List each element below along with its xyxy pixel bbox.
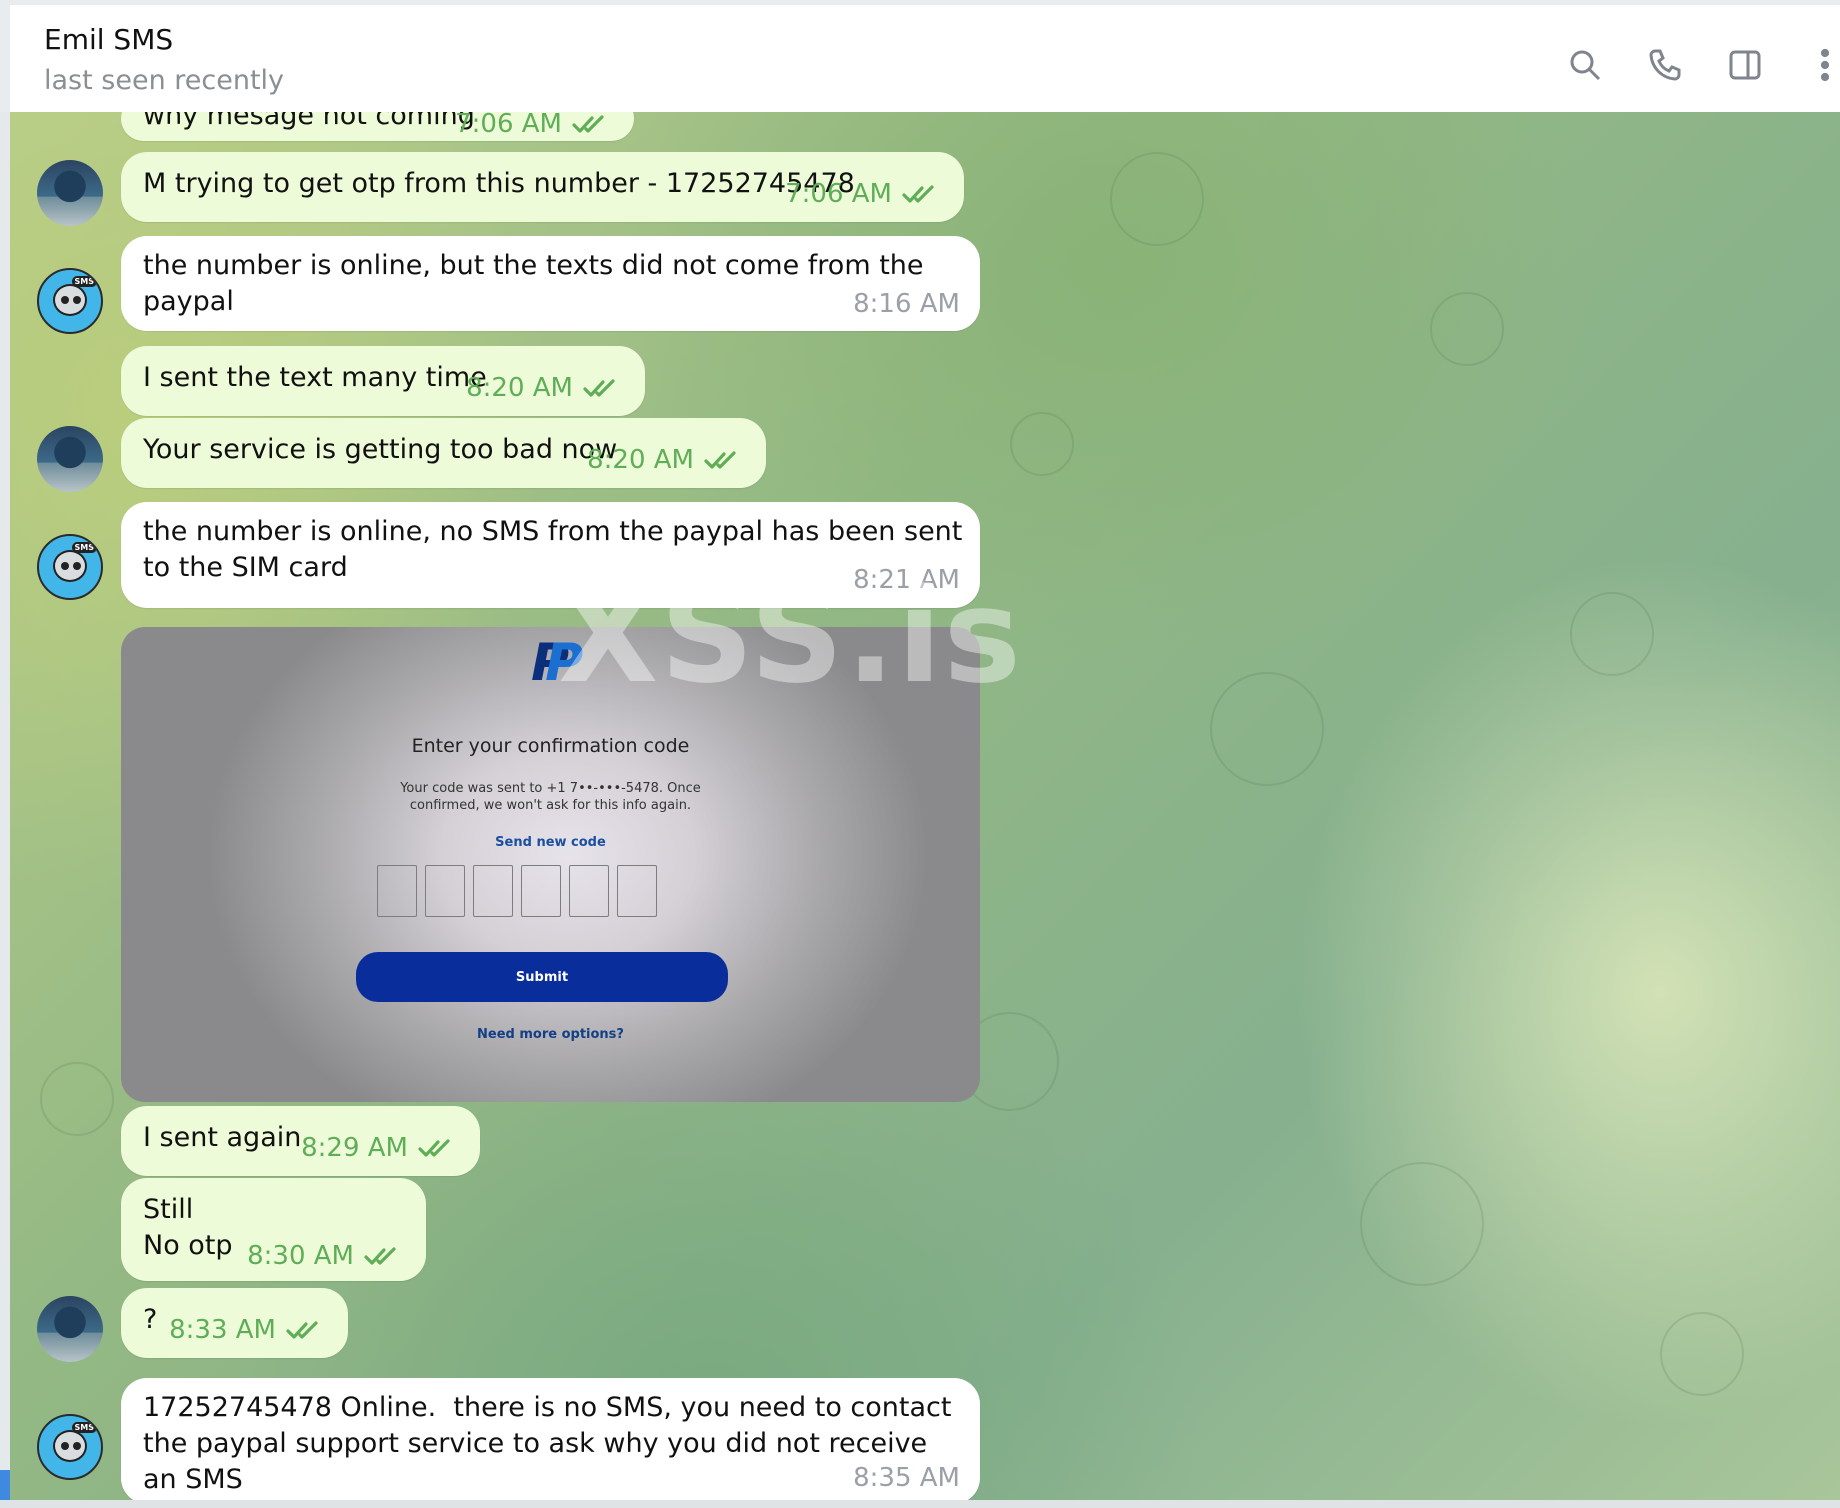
double-check-icon [572, 115, 604, 133]
robot-icon [53, 284, 87, 316]
contact-avatar[interactable]: SMS [37, 1414, 103, 1480]
photo-title: Enter your confirmation code [411, 735, 690, 757]
chat-area[interactable]: why mesage not coming 7:06 AM M trying t… [10, 112, 1840, 1504]
double-check-icon [418, 1139, 450, 1157]
scroll-indicator [0, 1470, 10, 1500]
message-time: 7:06 AM [785, 179, 892, 209]
user-avatar[interactable] [37, 1296, 103, 1362]
background-doodle [40, 1062, 114, 1136]
double-check-icon [286, 1321, 318, 1339]
message-text: I sent again [143, 1122, 302, 1153]
code-input-boxes [377, 865, 657, 917]
code-box [377, 865, 417, 917]
double-check-icon [364, 1247, 396, 1265]
message-time: 8:35 AM [853, 1463, 960, 1493]
window-edge [0, 112, 10, 1508]
send-new-code-link: Send new code [495, 835, 606, 850]
message-meta: 8:33 AM [169, 1312, 326, 1348]
message-meta: 7:06 AM [785, 176, 942, 212]
message-meta: 8:20 AM [587, 442, 744, 478]
double-check-icon [704, 451, 736, 469]
sms-badge-icon: SMS [71, 276, 97, 287]
background-doodle [1360, 1162, 1484, 1286]
code-box [473, 865, 513, 917]
code-box [569, 865, 609, 917]
background-doodle [1210, 672, 1324, 786]
background-doodle [1660, 1312, 1744, 1396]
more-options-link: Need more options? [477, 1027, 624, 1042]
message-meta: 8:29 AM [301, 1130, 458, 1166]
message-text: Still No otp [143, 1194, 233, 1261]
contact-avatar[interactable]: SMS [37, 534, 103, 600]
message-time: 8:16 AM [853, 289, 960, 319]
robot-icon [53, 1430, 87, 1462]
message-text: ? [143, 1304, 158, 1335]
chat-status: last seen recently [44, 65, 285, 96]
chat-title[interactable]: Emil SMS [44, 23, 173, 56]
double-check-icon [902, 185, 934, 203]
code-box [617, 865, 657, 917]
message-meta: 7:06 AM [455, 112, 612, 142]
background-doodle [1010, 412, 1074, 476]
message-time: 8:20 AM [466, 373, 573, 403]
contact-avatar[interactable]: SMS [37, 268, 103, 334]
code-box [425, 865, 465, 917]
background-doodle [1570, 592, 1654, 676]
sidebar-toggle-icon[interactable] [1725, 45, 1765, 85]
message-time: 8:33 AM [169, 1315, 276, 1345]
message-bubble-incoming[interactable]: 17252745478 Online. there is no SMS, you… [121, 1378, 980, 1504]
message-text: 17252745478 Online. there is no SMS, you… [143, 1392, 961, 1495]
message-meta: 8:20 AM [466, 370, 623, 406]
more-vertical-icon[interactable] [1805, 45, 1840, 85]
background-doodle [1430, 292, 1504, 366]
message-bubble-outgoing[interactable]: Your service is getting too bad now 8:20… [121, 418, 766, 488]
chat-header: Emil SMS last seen recently [0, 0, 1840, 112]
user-avatar[interactable] [37, 160, 103, 226]
message-bubble-outgoing[interactable]: M trying to get otp from this number - 1… [121, 152, 964, 222]
message-time: 8:30 AM [247, 1241, 354, 1271]
code-box [521, 865, 561, 917]
photo-subtitle: Your code was sent to +1 7••-•••-5478. O… [400, 781, 701, 813]
phone-icon[interactable] [1645, 45, 1685, 85]
message-bubble-outgoing[interactable]: ? 8:33 AM [121, 1288, 348, 1358]
search-icon[interactable] [1565, 45, 1605, 85]
message-bubble-incoming[interactable]: the number is online, but the texts did … [121, 236, 980, 331]
message-text: Your service is getting too bad now [143, 434, 618, 465]
sms-badge-icon: SMS [71, 1422, 97, 1433]
message-bubble-outgoing[interactable]: Still No otp 8:30 AM [121, 1178, 426, 1281]
message-text: I sent the text many time [143, 362, 487, 393]
double-check-icon [583, 379, 615, 397]
message-text: why mesage not coming [143, 112, 475, 131]
message-bubble-outgoing[interactable]: why mesage not coming 7:06 AM [121, 112, 634, 141]
message-meta: 8:30 AM [247, 1238, 404, 1274]
message-bubble-outgoing[interactable]: I sent again 8:29 AM [121, 1106, 480, 1176]
background-doodle [1110, 152, 1204, 246]
sms-badge-icon: SMS [71, 542, 97, 553]
window-bottom-edge [0, 1500, 1840, 1508]
watermark: XSS.is [558, 560, 1023, 712]
submit-button-in-photo: Submit [356, 952, 728, 1002]
user-avatar[interactable] [37, 426, 103, 492]
message-time: 8:29 AM [301, 1133, 408, 1163]
robot-icon [53, 550, 87, 582]
message-bubble-outgoing[interactable]: I sent the text many time 8:20 AM [121, 346, 645, 416]
message-text: M trying to get otp from this number - 1… [143, 168, 855, 199]
message-time: 7:06 AM [455, 112, 562, 139]
message-time: 8:20 AM [587, 445, 694, 475]
